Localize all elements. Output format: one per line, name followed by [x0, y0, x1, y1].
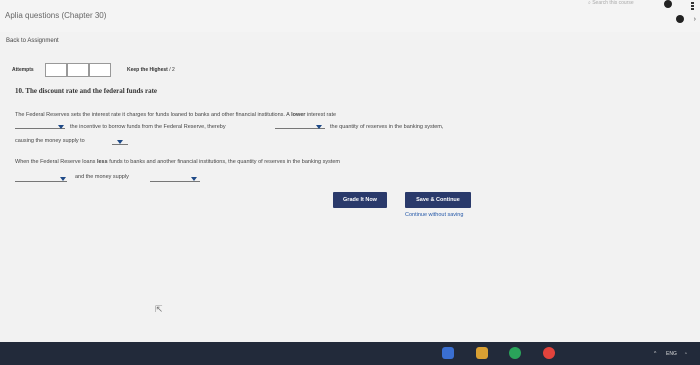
taskbar: ^ ENG ◔ — [0, 342, 700, 365]
question-text: causing the money supply to — [15, 138, 85, 144]
back-to-assignment-link[interactable]: Back to Assignment — [6, 38, 59, 44]
attempt-box — [67, 63, 89, 77]
attempts-label: Attempts — [12, 67, 34, 73]
dropdown-money-supply-2[interactable] — [150, 181, 200, 182]
chevron-right-icon[interactable]: › — [694, 16, 696, 23]
keep-highest-label: Keep the Highest / 2 — [127, 67, 175, 73]
top-icons: › — [656, 0, 696, 30]
search-icon: ⌕ — [588, 0, 591, 6]
wifi-icon[interactable]: ◔ — [684, 351, 687, 357]
chevron-up-icon[interactable]: ^ — [654, 351, 656, 357]
chevron-down-icon[interactable] — [316, 125, 322, 129]
chevron-down-icon[interactable] — [58, 125, 64, 129]
question-text: and the money supply — [75, 174, 129, 180]
mouse-cursor-icon: ⇱ — [155, 304, 163, 314]
question-title: 10. The discount rate and the federal fu… — [15, 87, 158, 95]
dropdown-money-supply[interactable] — [112, 144, 128, 145]
question-text: the incentive to borrow funds from the F… — [70, 124, 226, 130]
attempt-box — [89, 63, 111, 77]
window-titlebar: Aplia questions (Chapter 30) ⌕ Search th… — [0, 0, 700, 32]
search-placeholder: Search this course — [592, 0, 634, 6]
taskbar-app-icon[interactable] — [543, 347, 555, 359]
question-text: The Federal Reserves sets the interest r… — [15, 112, 337, 118]
taskbar-app-icon[interactable] — [442, 347, 454, 359]
assignment-panel: Back to Assignment Attempts Keep the Hig… — [0, 32, 700, 342]
attempt-box — [45, 63, 67, 77]
question-text: the quantity of reserves in the banking … — [330, 124, 444, 130]
menu-icon[interactable] — [691, 2, 694, 12]
app-title: Aplia questions (Chapter 30) — [5, 11, 107, 20]
help-icon[interactable] — [664, 0, 672, 8]
question-text: When the Federal Reserve loans less fund… — [15, 159, 341, 165]
taskbar-app-icon[interactable] — [509, 347, 521, 359]
taskbar-app-icon[interactable] — [476, 347, 488, 359]
chevron-down-icon[interactable] — [191, 177, 197, 181]
dropdown-reserves-2[interactable] — [15, 181, 67, 182]
chevron-down-icon[interactable] — [117, 140, 123, 144]
language-indicator[interactable]: ENG — [666, 351, 677, 357]
grade-it-now-button[interactable]: Grade It Now — [333, 192, 387, 208]
info-icon[interactable] — [676, 15, 684, 23]
chevron-down-icon[interactable] — [60, 177, 66, 181]
save-continue-button[interactable]: Save & Continue — [405, 192, 471, 208]
continue-without-saving-link[interactable]: Continue without saving — [405, 212, 463, 218]
search-input[interactable]: ⌕ Search this course — [588, 0, 634, 6]
